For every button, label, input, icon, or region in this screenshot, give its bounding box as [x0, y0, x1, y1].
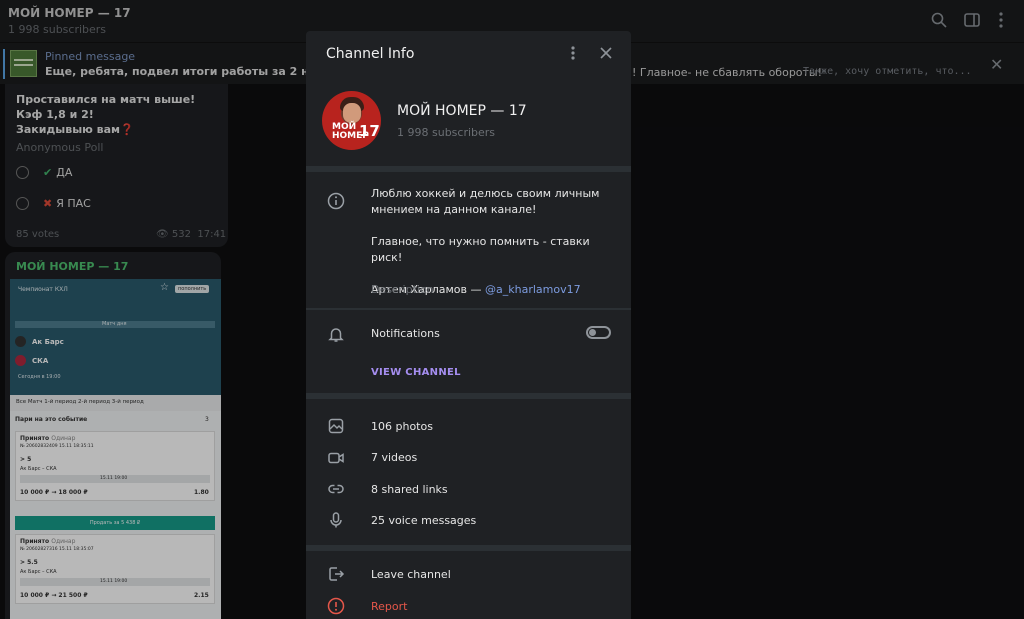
report-icon: [327, 597, 345, 615]
divider: [306, 545, 631, 551]
divider: [306, 166, 631, 172]
author-handle-link[interactable]: @a_kharlamov17: [485, 283, 581, 296]
divider: [306, 308, 631, 310]
channel-avatar[interactable]: МОЙ НОМЕР 17: [322, 91, 381, 150]
photos-icon: [327, 417, 345, 435]
microphone-icon: [327, 511, 345, 529]
channel-subscribers: 1 998 subscribers: [397, 126, 496, 139]
notifications-label: Notifications: [371, 327, 440, 340]
info-icon: [327, 192, 345, 210]
channel-info-dialog: Channel Info МОЙ НОМЕР 17 МОЙ НОМЕР — 17…: [306, 31, 631, 619]
notifications-toggle[interactable]: [586, 326, 611, 339]
avatar-number: 17: [359, 122, 380, 140]
description-label: Description: [371, 283, 434, 296]
voice-messages-item[interactable]: 25 voice messages: [371, 514, 476, 527]
report-button[interactable]: Report: [371, 600, 407, 613]
view-channel-button[interactable]: VIEW CHANNEL: [371, 367, 461, 378]
leave-icon: [327, 565, 345, 583]
dialog-title: Channel Info: [326, 46, 415, 62]
channel-name: МОЙ НОМЕР — 17: [397, 103, 527, 119]
video-icon: [327, 449, 345, 467]
avatar-text: МОЙ НОМЕР: [332, 122, 369, 141]
divider: [306, 393, 631, 399]
close-icon[interactable]: [597, 44, 615, 62]
channel-description: Люблю хоккей и делюсь своим личным мнени…: [371, 187, 600, 296]
photos-item[interactable]: 106 photos: [371, 420, 433, 433]
link-icon: [327, 480, 345, 498]
bell-icon: [327, 325, 345, 343]
videos-item[interactable]: 7 videos: [371, 451, 417, 464]
more-vertical-icon[interactable]: [567, 44, 579, 62]
leave-channel-button[interactable]: Leave channel: [371, 568, 451, 581]
shared-links-item[interactable]: 8 shared links: [371, 483, 448, 496]
